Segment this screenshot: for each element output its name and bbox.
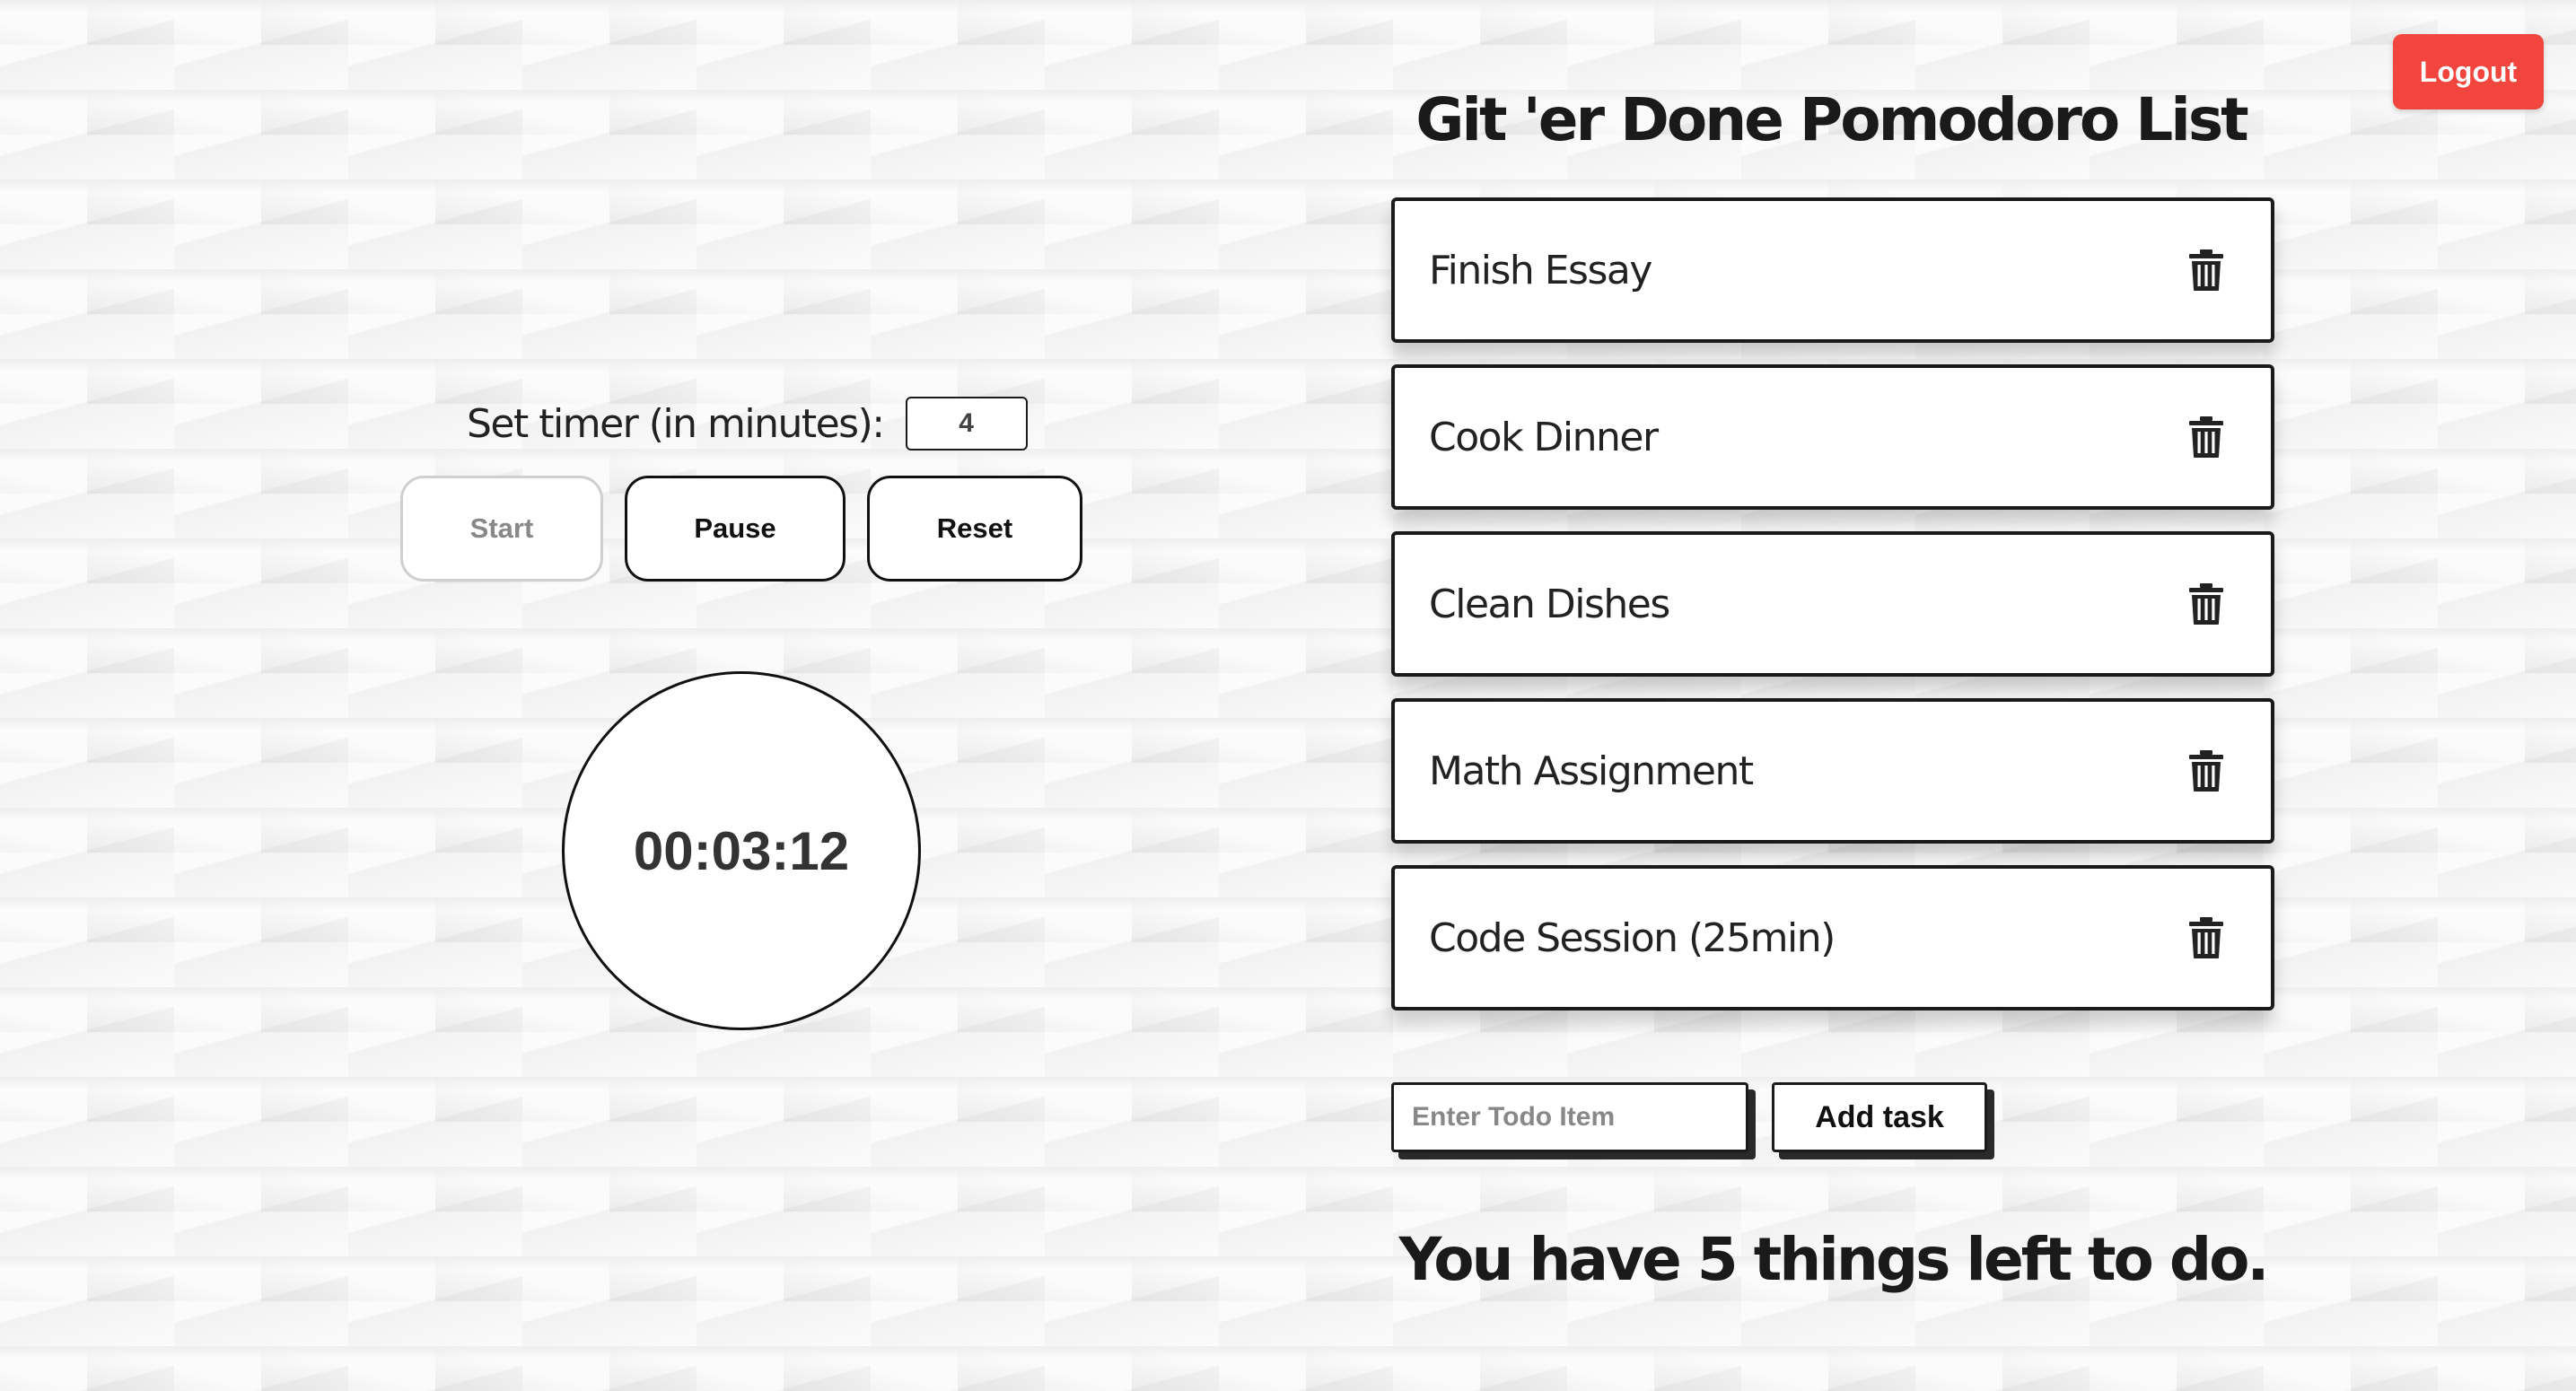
trash-icon[interactable]: [2188, 916, 2224, 959]
todo-item-label: Clean Dishes: [1429, 581, 1670, 627]
remaining-count: You have 5 things left to do.: [1398, 1225, 2269, 1294]
timer-minutes-input[interactable]: [905, 397, 1028, 451]
todo-item-label: Code Session (25min): [1429, 914, 1836, 961]
trash-icon[interactable]: [2188, 749, 2224, 792]
todo-item: Code Session (25min): [1391, 865, 2274, 1010]
start-button[interactable]: Start: [400, 476, 603, 582]
logout-button[interactable]: Logout: [2393, 34, 2544, 109]
trash-icon[interactable]: [2188, 416, 2224, 459]
add-task-button[interactable]: Add task: [1772, 1082, 1987, 1152]
todo-item-label: Cook Dinner: [1429, 414, 1659, 460]
todo-item: Finish Essay: [1391, 197, 2274, 343]
todo-item-label: Math Assignment: [1429, 748, 1754, 794]
todo-item-label: Finish Essay: [1429, 247, 1652, 293]
todo-item: Clean Dishes: [1391, 531, 2274, 677]
trash-icon[interactable]: [2188, 249, 2224, 292]
todo-list: Finish Essay Cook Dinner Clean Dishes Ma…: [1391, 197, 2274, 1032]
todo-item: Cook Dinner: [1391, 364, 2274, 510]
pause-button[interactable]: Pause: [625, 476, 846, 582]
timer-label: Set timer (in minutes):: [467, 400, 885, 447]
reset-button[interactable]: Reset: [867, 476, 1082, 582]
todo-item: Math Assignment: [1391, 698, 2274, 844]
todo-input[interactable]: [1391, 1082, 1748, 1152]
timer-display-circle: 00:03:12: [562, 671, 921, 1030]
trash-icon[interactable]: [2188, 582, 2224, 626]
timer-setting-row: Set timer (in minutes):: [467, 393, 1028, 454]
timer-countdown: 00:03:12: [633, 820, 850, 881]
page-title: Git 'er Done Pomodoro List: [1415, 85, 2248, 154]
